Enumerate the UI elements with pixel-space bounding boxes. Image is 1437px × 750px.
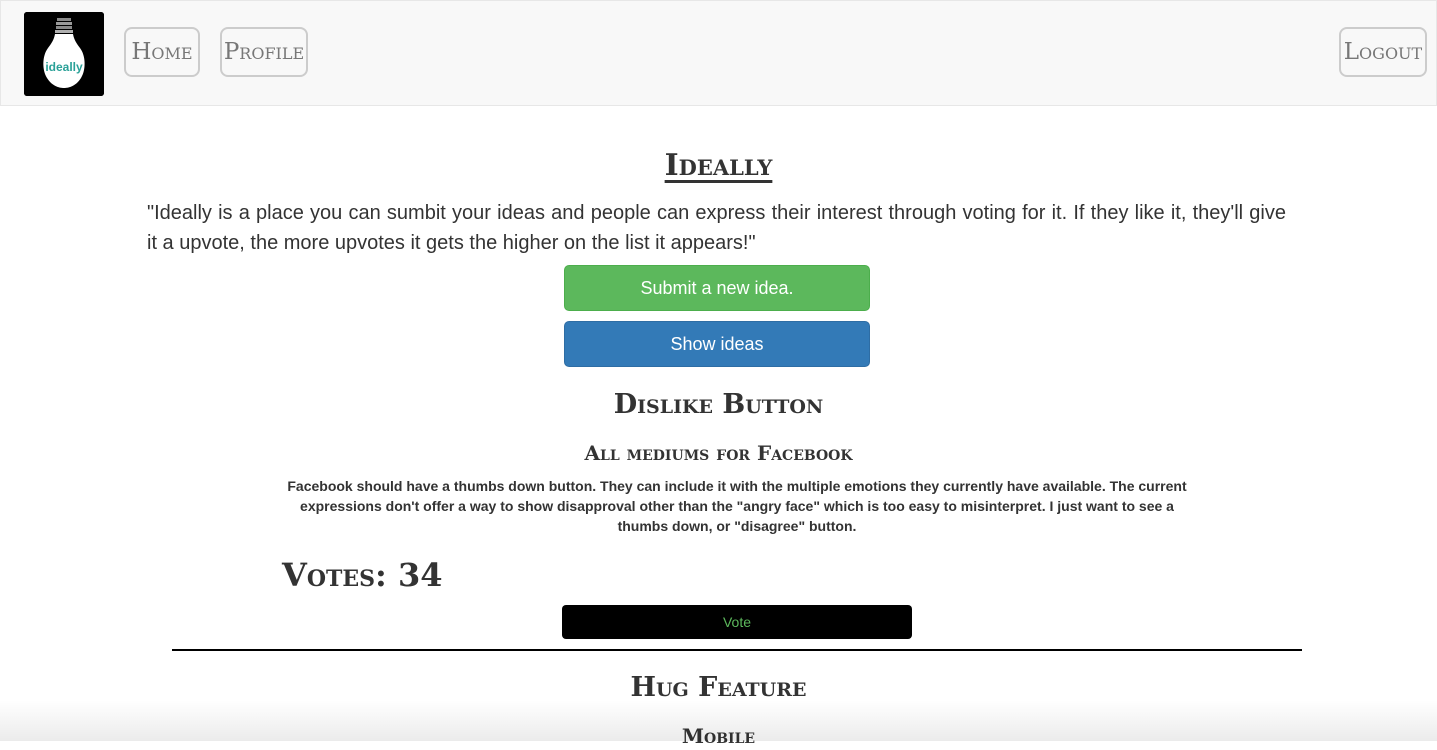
vote-button[interactable]: Vote — [562, 605, 912, 639]
vote-count: Votes: 34 — [282, 556, 443, 594]
intro-text: "Ideally is a place you can sumbit your … — [147, 202, 1286, 254]
main-content: Ideally "Ideally is a place you can sumb… — [0, 106, 1437, 748]
divider — [172, 649, 1302, 651]
idea-description: Facebook should have a thumbs down butto… — [287, 478, 1187, 534]
logo[interactable]: ideally — [24, 12, 104, 96]
show-ideas-button[interactable]: Show ideas — [564, 321, 870, 367]
logo-text: ideally — [45, 60, 83, 74]
idea-category: Mobile — [681, 724, 756, 748]
nav-logout-button[interactable]: Logout — [1339, 27, 1427, 77]
lightbulb-icon: ideally — [24, 12, 104, 96]
navbar: ideally Home Profile Logout — [0, 0, 1437, 106]
nav-profile-button[interactable]: Profile — [220, 27, 308, 77]
idea-category: All mediums for Facebook — [584, 441, 853, 465]
nav-home-button[interactable]: Home — [124, 27, 200, 77]
page-title: Ideally — [664, 148, 773, 183]
idea-title: Hug Feature — [630, 672, 807, 703]
submit-idea-button[interactable]: Submit a new idea. — [564, 265, 870, 311]
idea-title: Dislike Button — [613, 389, 824, 420]
